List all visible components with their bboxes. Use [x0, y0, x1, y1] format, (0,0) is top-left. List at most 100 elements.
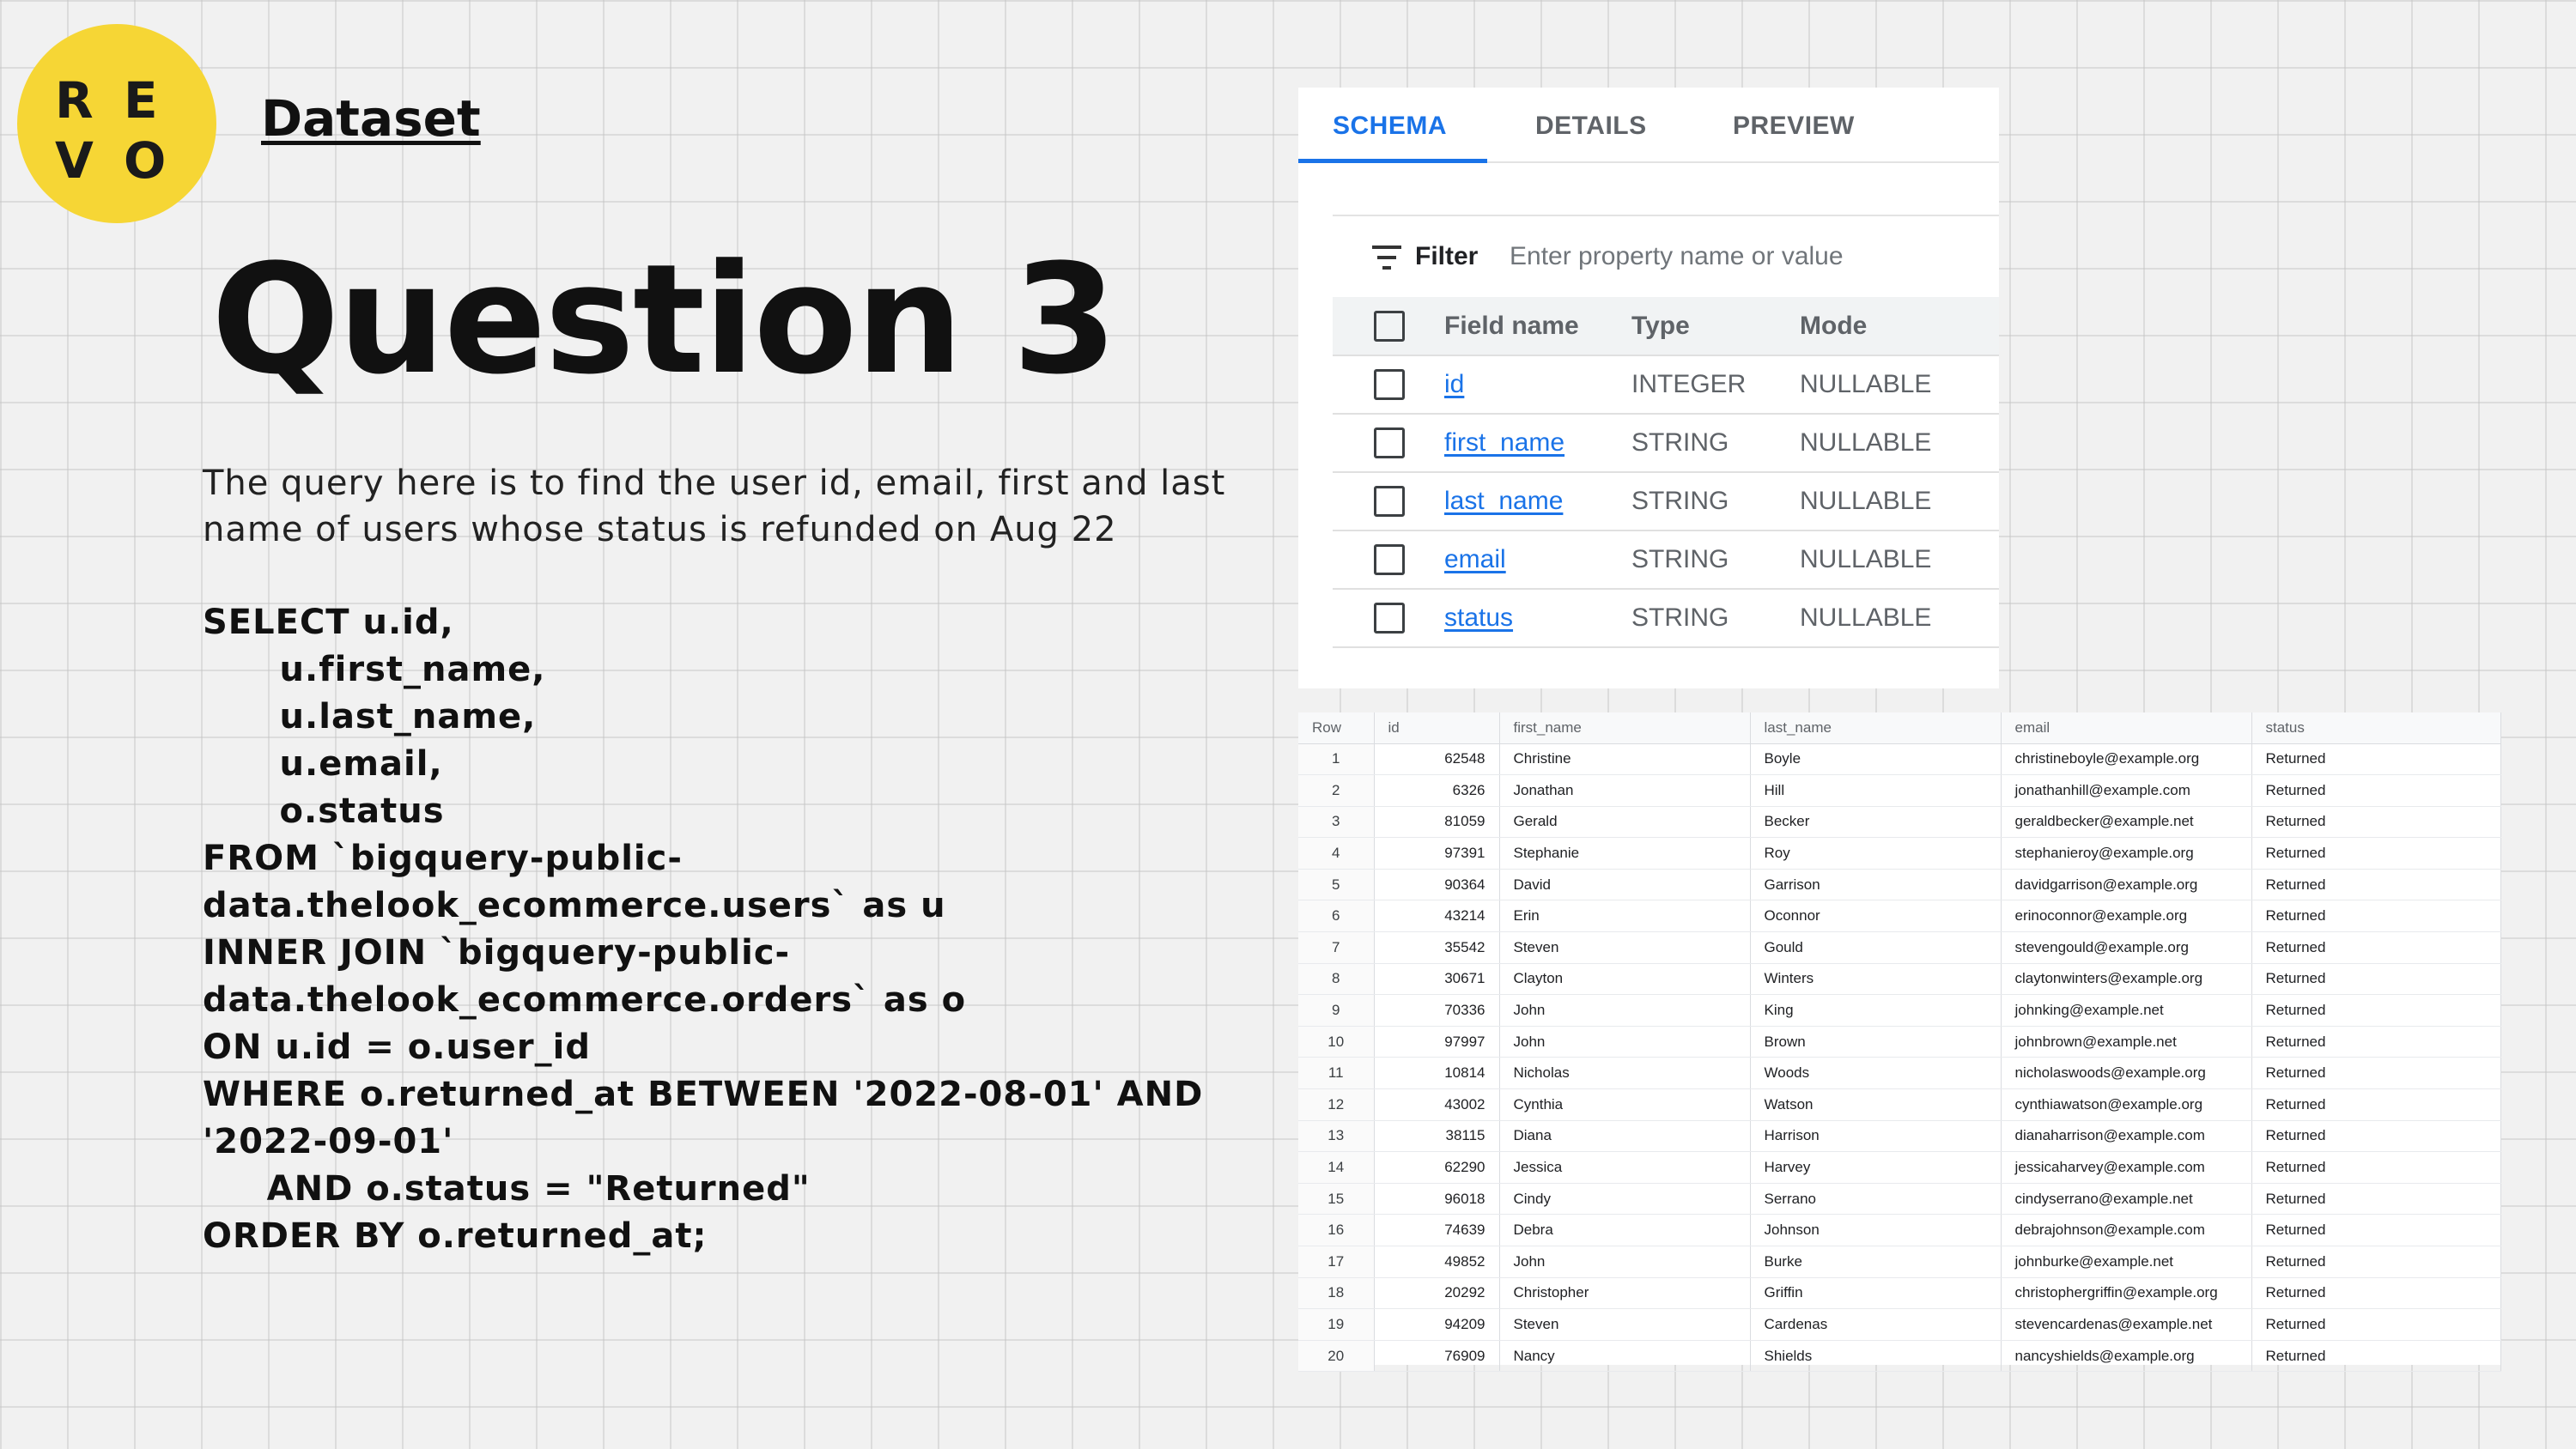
cell-last-name: Oconnor [1750, 900, 2002, 933]
cell-last-name: Becker [1750, 806, 2002, 839]
cell-email: dianaharrison@example.com [2001, 1120, 2252, 1153]
table-row: 17 49852 John Burke johnburke@example.net Ret… [1298, 1246, 2501, 1278]
cell-first-name: Nicholas [1499, 1057, 1751, 1090]
cell-email: johnbrown@example.net [2001, 1026, 2252, 1058]
row-checkbox[interactable] [1374, 427, 1405, 459]
table-row: 7 35542 Steven Gould stevengould@example.org… [1298, 931, 2501, 964]
table-row: 19 94209 Steven Cardenas stevencardenas@exam… [1298, 1308, 2501, 1341]
cell-first-name: Gerald [1499, 806, 1751, 839]
row-number: 8 [1298, 963, 1375, 996]
cell-email: stevencardenas@example.net [2001, 1308, 2252, 1341]
tab-details[interactable]: DETAILS [1535, 112, 1647, 141]
column-header-field-name[interactable]: Field name [1444, 297, 1631, 356]
cell-email: cynthiawatson@example.org [2001, 1088, 2252, 1121]
cell-status: Returned [2251, 1088, 2501, 1121]
cell-last-name: King [1750, 994, 2002, 1027]
slide-title: Question 3 [211, 232, 1117, 408]
schema-row: status STRING NULLABLE [1333, 589, 1999, 648]
schema-row: id INTEGER NULLABLE [1333, 355, 1999, 415]
sql-line: o.status [203, 791, 445, 831]
column-header-first-name[interactable]: first_name [1499, 712, 1751, 744]
cell-first-name: John [1499, 1026, 1751, 1058]
cell-status: Returned [2251, 1277, 2501, 1310]
cell-status: Returned [2251, 1246, 2501, 1278]
select-all-checkbox[interactable] [1374, 310, 1405, 342]
row-checkbox[interactable] [1374, 486, 1405, 518]
field-name-link[interactable]: last_name [1444, 487, 1563, 515]
cell-first-name: Steven [1499, 1308, 1751, 1341]
tab-schema[interactable]: SCHEMA [1333, 112, 1447, 141]
field-name-link[interactable]: email [1444, 545, 1506, 573]
row-number: 17 [1298, 1246, 1375, 1278]
column-header-type[interactable]: Type [1631, 297, 1800, 356]
cell-email: nancyshields@example.org [2001, 1340, 2252, 1373]
cell-id: 97391 [1374, 837, 1500, 870]
filter-input[interactable] [1510, 235, 1973, 278]
cell-id: 20292 [1374, 1277, 1500, 1310]
field-name-link[interactable]: status [1444, 603, 1513, 632]
row-checkbox[interactable] [1374, 369, 1405, 401]
table-row: 11 10814 Nicholas Woods nicholaswoods@exampl… [1298, 1057, 2501, 1090]
row-number: 2 [1298, 774, 1375, 807]
results-body: 1 62548 Christine Boyle christineboyle@examp… [1298, 743, 2501, 1373]
row-number: 4 [1298, 837, 1375, 870]
row-number: 13 [1298, 1120, 1375, 1153]
cell-id: 62548 [1374, 743, 1500, 776]
sql-line: INNER JOIN `bigquery-public- [203, 933, 791, 973]
cell-last-name: Harrison [1750, 1120, 2002, 1153]
cell-first-name: Stephanie [1499, 837, 1751, 870]
row-number: 3 [1298, 806, 1375, 839]
cell-email: johnburke@example.net [2001, 1246, 2252, 1278]
row-number: 18 [1298, 1277, 1375, 1310]
schema-panel: SCHEMA DETAILS PREVIEW Filter Field name… [1298, 88, 1999, 688]
sql-line: ON u.id = o.user_id [203, 1028, 591, 1067]
column-header-email[interactable]: email [2001, 712, 2252, 744]
cell-first-name: Nancy [1499, 1340, 1751, 1373]
cell-first-name: Diana [1499, 1120, 1751, 1153]
cell-first-name: Jonathan [1499, 774, 1751, 807]
cell-last-name: Woods [1750, 1057, 2002, 1090]
cell-id: 6326 [1374, 774, 1500, 807]
logo-letter-r: R [55, 71, 94, 130]
active-tab-indicator [1298, 159, 1487, 163]
filter-icon[interactable] [1372, 246, 1401, 271]
cell-last-name: Cardenas [1750, 1308, 2002, 1341]
cell-id: 49852 [1374, 1246, 1500, 1278]
question-description: The query here is to find the user id, e… [203, 464, 1226, 549]
cell-first-name: Debra [1499, 1214, 1751, 1246]
cell-email: davidgarrison@example.org [2001, 869, 2252, 901]
field-mode: NULLABLE [1800, 414, 1999, 473]
table-row: 4 97391 Stephanie Roy stephanieroy@example.o… [1298, 837, 2501, 870]
column-header-last-name[interactable]: last_name [1750, 712, 2002, 744]
cell-status: Returned [2251, 774, 2501, 807]
cell-status: Returned [2251, 963, 2501, 996]
tab-preview[interactable]: PREVIEW [1733, 112, 1855, 141]
filter-bar: Filter [1333, 215, 1999, 297]
cell-status: Returned [2251, 1151, 2501, 1184]
row-checkbox[interactable] [1374, 603, 1405, 634]
table-row: 16 74639 Debra Johnson debrajohnson@example.… [1298, 1214, 2501, 1246]
column-header-id[interactable]: id [1374, 712, 1500, 744]
cell-last-name: Boyle [1750, 743, 2002, 776]
field-name-link[interactable]: id [1444, 370, 1464, 398]
column-header-status[interactable]: status [2251, 712, 2501, 744]
cell-last-name: Griffin [1750, 1277, 2002, 1310]
row-number: 5 [1298, 869, 1375, 901]
cell-last-name: Hill [1750, 774, 2002, 807]
field-type: STRING [1631, 530, 1800, 590]
cell-id: 70336 [1374, 994, 1500, 1027]
row-checkbox[interactable] [1374, 544, 1405, 576]
cell-last-name: Johnson [1750, 1214, 2002, 1246]
cell-id: 74639 [1374, 1214, 1500, 1246]
table-row: 10 97997 John Brown johnbrown@example.net Ret… [1298, 1026, 2501, 1058]
sql-line: u.email, [203, 744, 443, 784]
column-header-mode[interactable]: Mode [1800, 297, 1999, 356]
cell-status: Returned [2251, 1183, 2501, 1216]
cell-status: Returned [2251, 931, 2501, 964]
cell-id: 43002 [1374, 1088, 1500, 1121]
cell-last-name: Serrano [1750, 1183, 2002, 1216]
schema-header-row: Field name Type Mode [1333, 297, 1999, 356]
sql-line: FROM `bigquery-public- [203, 839, 683, 878]
field-name-link[interactable]: first_name [1444, 428, 1564, 457]
field-type: INTEGER [1631, 355, 1800, 415]
